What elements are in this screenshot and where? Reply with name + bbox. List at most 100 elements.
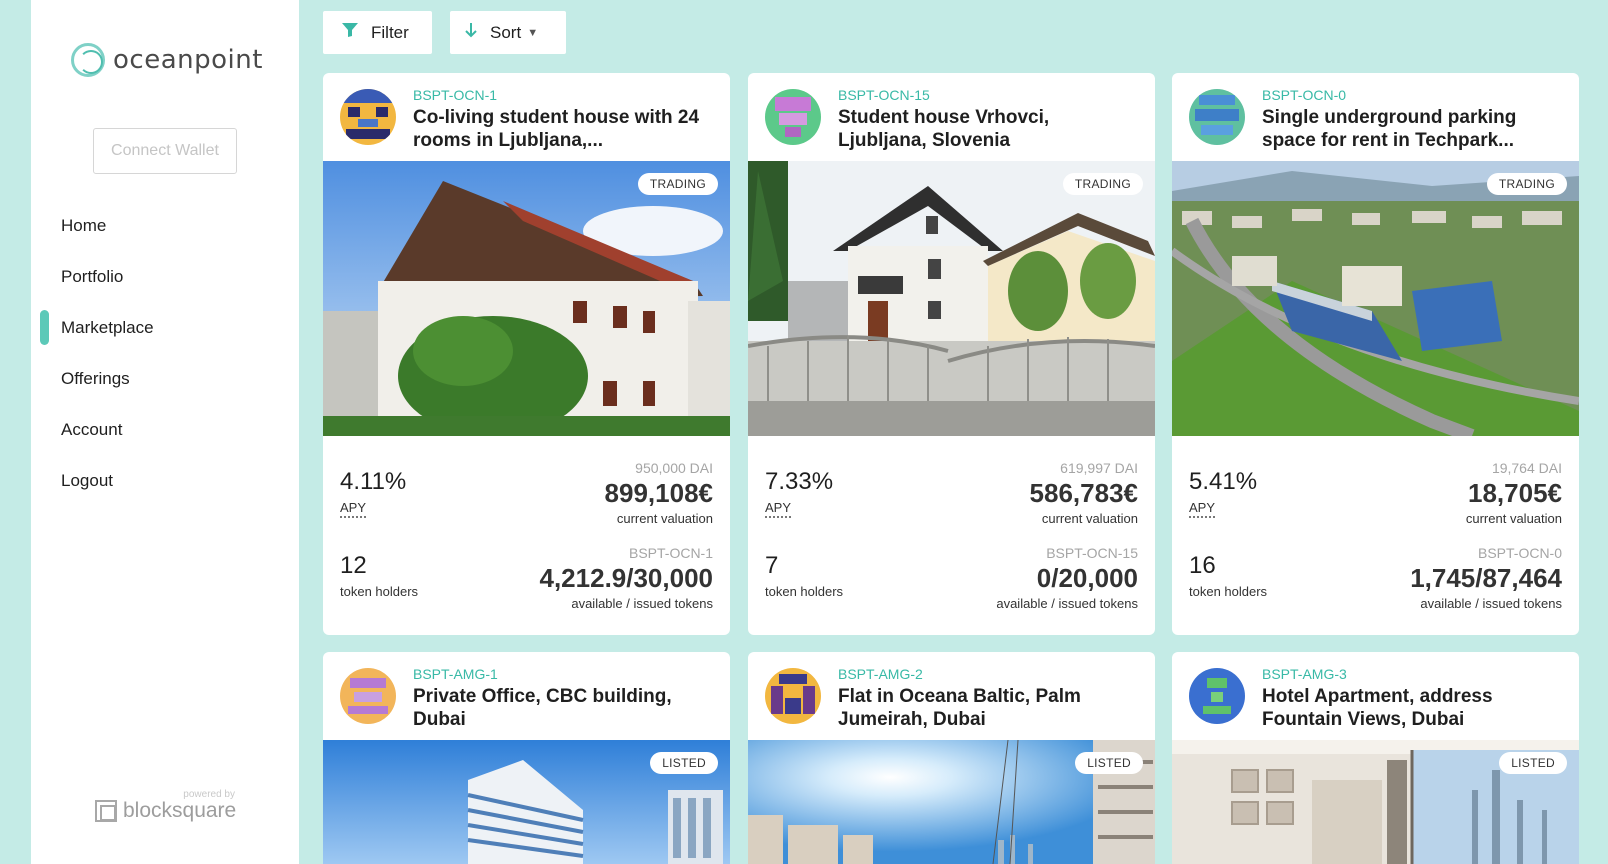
blocksquare-text: blocksquare (123, 799, 237, 822)
blocksquare-logo: blocksquare (95, 799, 236, 823)
sort-label: Sort (490, 22, 522, 42)
status-badge: LISTED (1499, 752, 1567, 774)
sidebar-item-logout[interactable]: Logout (31, 455, 299, 506)
property-image: TRADING (323, 161, 730, 436)
holders-count: 12 (340, 552, 367, 579)
property-image: LISTED (323, 740, 730, 864)
filter-icon (341, 22, 359, 43)
property-image: TRADING (1172, 161, 1579, 436)
token-code: BSPT-OCN-1 (628, 545, 713, 561)
apy-value: 5.41% (1189, 468, 1258, 495)
status-badge: TRADING (1062, 173, 1143, 195)
sidebar-item-marketplace[interactable]: Marketplace (31, 302, 299, 353)
tokens-value: 4,212.9/30,000 (539, 563, 714, 593)
sidebar-item-label: Home (61, 215, 107, 235)
valuation-value: 18,705€ (1468, 478, 1562, 508)
holders-label: token holders (340, 584, 419, 599)
active-indicator (40, 310, 49, 345)
card-code: BSPT-AMG-1 (413, 666, 498, 682)
sort-button[interactable]: Sort ▼ (450, 11, 566, 54)
oceanpoint-logo-icon (71, 43, 105, 77)
tokens-label: available / issued tokens (571, 596, 713, 611)
tokens-label: available / issued tokens (1420, 596, 1562, 611)
card-code: BSPT-OCN-15 (838, 87, 930, 103)
card-code: BSPT-AMG-3 (1262, 666, 1347, 682)
valuation-value: 586,783€ (1029, 478, 1138, 508)
card-stats: 4.11% APY 950,000 DAI 899,108€ current v… (323, 436, 730, 635)
property-image: TRADING (748, 161, 1155, 436)
token-avatar (765, 668, 821, 724)
card-title: Hotel Apartment, address Fountain Views,… (1262, 686, 1493, 730)
connect-wallet-button[interactable]: Connect Wallet (93, 128, 237, 174)
app-root: oceanpoint Connect Wallet Home Portfolio… (0, 0, 1608, 864)
property-card[interactable]: BSPT-AMG-2 Flat in Oceana Baltic, Palm J… (748, 652, 1155, 864)
status-badge: LISTED (1075, 752, 1143, 774)
tokens-value: 1,745/87,464 (1410, 563, 1562, 593)
sidebar-nav: Home Portfolio Marketplace Offerings Acc… (31, 200, 299, 506)
holders-count: 7 (765, 552, 779, 579)
token-avatar (340, 668, 396, 724)
valuation-dai: 619,997 DAI (1060, 460, 1138, 476)
valuation-label: current valuation (616, 511, 713, 526)
holders-label: token holders (765, 584, 844, 599)
filter-label: Filter (371, 22, 409, 42)
status-badge: LISTED (650, 752, 718, 774)
holders-label: token holders (1189, 584, 1268, 599)
sidebar-item-home[interactable]: Home (31, 200, 299, 251)
property-image: LISTED (748, 740, 1155, 864)
property-card[interactable]: BSPT-OCN-1 Co-living student house with … (323, 73, 730, 635)
apy-value: 4.11% (340, 468, 407, 495)
sidebar-item-label: Logout (61, 470, 113, 490)
valuation-label: current valuation (1041, 511, 1138, 526)
token-avatar (765, 89, 821, 145)
arrow-down-icon (464, 22, 478, 43)
card-title: Single underground parking space for ren… (1262, 107, 1517, 151)
card-code: BSPT-AMG-2 (838, 666, 923, 682)
valuation-dai: 19,764 DAI (1491, 460, 1562, 476)
card-title: Private Office, CBC building, Dubai (413, 686, 672, 730)
card-header: BSPT-OCN-1 Co-living student house with … (323, 73, 730, 161)
sidebar-item-portfolio[interactable]: Portfolio (31, 251, 299, 302)
valuation-label: current valuation (1465, 511, 1562, 526)
sidebar-item-account[interactable]: Account (31, 404, 299, 455)
property-card[interactable]: BSPT-AMG-1 Private Office, CBC building,… (323, 652, 730, 864)
apy-label[interactable]: APY (340, 500, 367, 518)
card-header: BSPT-OCN-15 Student house Vrhovci, Ljubl… (748, 73, 1155, 161)
blocksquare-icon (95, 800, 117, 822)
holders-count: 16 (1189, 552, 1216, 579)
tokens-label: available / issued tokens (996, 596, 1138, 611)
card-code: BSPT-OCN-0 (1262, 87, 1347, 103)
status-badge: TRADING (637, 173, 718, 195)
card-code: BSPT-OCN-1 (413, 87, 498, 103)
apy-value: 7.33% (765, 468, 834, 495)
property-card[interactable]: BSPT-AMG-3 Hotel Apartment, address Foun… (1172, 652, 1579, 864)
filter-button[interactable]: Filter (323, 11, 432, 54)
valuation-value: 899,108€ (604, 478, 713, 508)
property-image: LISTED (1172, 740, 1579, 864)
status-badge: TRADING (1486, 173, 1567, 195)
card-title: Co-living student house with 24 rooms in… (413, 107, 700, 151)
card-header: BSPT-AMG-1 Private Office, CBC building,… (323, 652, 730, 740)
apy-label[interactable]: APY (1189, 500, 1216, 518)
apy-label[interactable]: APY (765, 500, 792, 518)
powered-by-blocksquare[interactable]: powered by blocksquare (95, 787, 245, 827)
token-avatar (1189, 89, 1245, 145)
sidebar-item-label: Portfolio (61, 266, 124, 286)
sidebar-item-label: Marketplace (61, 317, 154, 337)
logo[interactable]: oceanpoint (71, 42, 263, 78)
token-avatar (1189, 668, 1245, 724)
logo-text: oceanpoint (113, 45, 263, 75)
card-title: Student house Vrhovci, Ljubljana, Sloven… (838, 107, 1050, 151)
sidebar: oceanpoint Connect Wallet Home Portfolio… (31, 0, 299, 864)
card-stats: 5.41% APY 19,764 DAI 18,705€ current val… (1172, 436, 1579, 635)
chevron-down-icon: ▼ (527, 26, 539, 39)
card-stats: 7.33% APY 619,997 DAI 586,783€ current v… (748, 436, 1155, 635)
tokens-value: 0/20,000 (1036, 563, 1138, 593)
property-card[interactable]: BSPT-OCN-15 Student house Vrhovci, Ljubl… (748, 73, 1155, 635)
sidebar-item-label: Account (61, 419, 123, 439)
card-title: Flat in Oceana Baltic, Palm Jumeirah, Du… (838, 686, 1081, 730)
token-avatar (340, 89, 396, 145)
sidebar-item-offerings[interactable]: Offerings (31, 353, 299, 404)
property-card[interactable]: BSPT-OCN-0 Single underground parking sp… (1172, 73, 1579, 635)
card-header: BSPT-AMG-3 Hotel Apartment, address Foun… (1172, 652, 1579, 740)
